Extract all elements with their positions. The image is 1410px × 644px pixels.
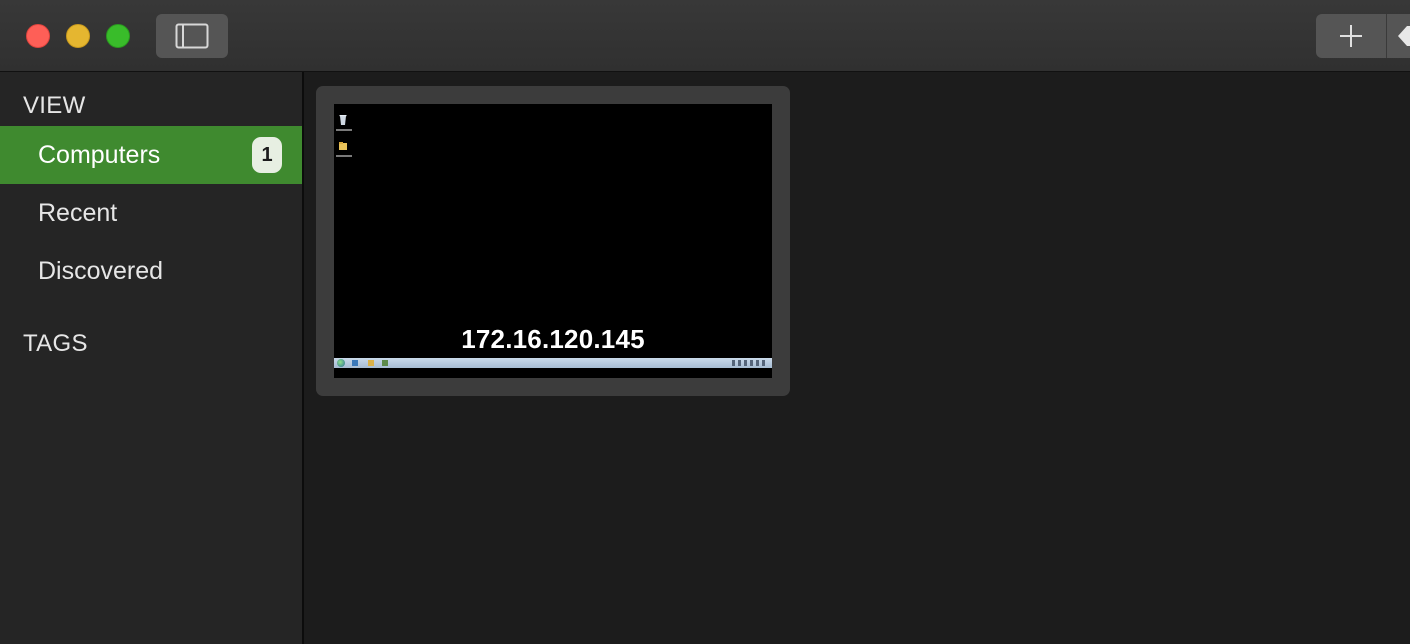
taskbar [334,358,772,368]
folder-icon [339,142,347,150]
tag-icon [1398,26,1410,46]
toolbar [0,0,1410,72]
tag-button[interactable] [1386,14,1410,58]
sidebar-item-label: Computers [38,140,161,169]
close-window-button[interactable] [26,24,50,48]
computers-grid: 172.16.120.145 [304,72,1410,644]
zoom-window-button[interactable] [106,24,130,48]
desktop-icon-caption [336,155,352,157]
screen-thumbnail: 172.16.120.145 [334,104,772,378]
app-window: VIEW Computers 1 Recent Discovered TAGS [0,0,1410,644]
computer-card[interactable]: 172.16.120.145 [316,86,790,396]
explorer-icon [352,360,358,366]
computer-address: 172.16.120.145 [461,324,645,354]
start-icon [337,359,345,367]
plus-icon [1340,25,1362,47]
sidebar-item-label: Recent [38,198,118,227]
sidebar-item-discovered[interactable]: Discovered [0,242,302,300]
sidebar-toggle-button[interactable] [156,14,228,58]
sidebar-item-recent[interactable]: Recent [0,184,302,242]
sidebar-item-label: Discovered [38,256,164,285]
view-section-header: VIEW [23,92,86,119]
media-icon [382,360,388,366]
system-tray [732,360,768,366]
recycle-bin-icon [339,115,347,125]
sidebar: VIEW Computers 1 Recent Discovered TAGS [0,72,304,644]
count-badge: 1 [252,137,282,173]
add-computer-button[interactable] [1316,14,1386,58]
sidebar-icon [175,23,209,49]
sidebar-item-computers[interactable]: Computers 1 [0,126,302,184]
minimize-window-button[interactable] [66,24,90,48]
tags-section-header: TAGS [23,330,88,357]
desktop-icon-caption [336,129,352,131]
folder-icon [368,360,374,366]
